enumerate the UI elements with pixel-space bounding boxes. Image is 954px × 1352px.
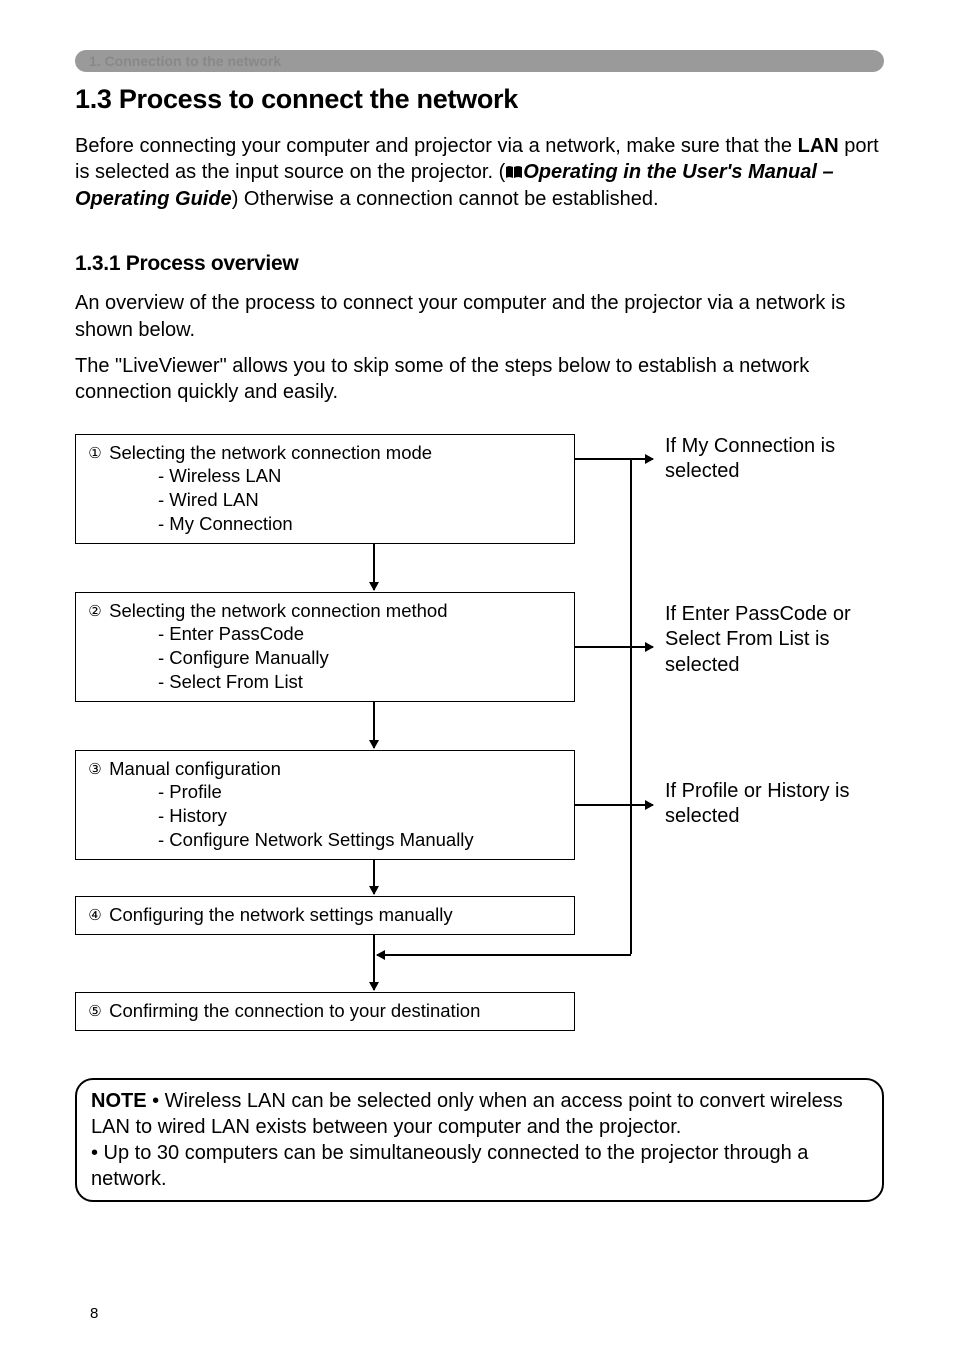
overview-p1: An overview of the process to connect yo… xyxy=(75,290,884,343)
overview-p2: The "LiveViewer" allows you to skip some… xyxy=(75,353,884,406)
step3-item-2: - Configure Network Settings Manually xyxy=(86,828,564,852)
connector-right-3 xyxy=(575,804,653,806)
step-title-1: Selecting the network connection mode xyxy=(104,442,432,463)
step-box-4: ④ Configuring the network settings manua… xyxy=(75,896,575,936)
step2-item-2: - Select From List xyxy=(86,670,564,694)
step1-item-2: - My Connection xyxy=(86,512,564,536)
step-num-2: ② xyxy=(86,602,104,621)
flow-diagram: ① Selecting the network connection mode … xyxy=(75,434,884,1054)
intro-paragraph: Before connecting your computer and proj… xyxy=(75,133,884,212)
step-box-1: ① Selecting the network connection mode … xyxy=(75,434,575,545)
arrow-down-2 xyxy=(373,700,375,748)
step1-item-0: - Wireless LAN xyxy=(86,464,564,488)
step-title-2: Selecting the network connection method xyxy=(104,600,448,621)
arrow-down-3 xyxy=(373,858,375,894)
step-num-4: ④ xyxy=(86,906,104,925)
side-label-3: If Profile or History is selected xyxy=(665,779,895,830)
step-title-4: Configuring the network settings manuall… xyxy=(104,904,453,925)
step2-item-1: - Configure Manually xyxy=(86,646,564,670)
arrow-down-1 xyxy=(373,542,375,590)
step1-item-1: - Wired LAN xyxy=(86,488,564,512)
section-header-pill: 1. Connection to the network xyxy=(75,50,884,72)
connector-right-1 xyxy=(575,458,653,460)
lan-label: LAN xyxy=(798,135,839,157)
side-label-1: If My Connection is selected xyxy=(665,434,895,485)
connector-right-2 xyxy=(575,646,653,648)
subsection-title: 1.3.1 Process overview xyxy=(75,252,884,276)
step3-item-0: - Profile xyxy=(86,780,564,804)
step-box-2: ② Selecting the network connection metho… xyxy=(75,592,575,703)
step-num-1: ① xyxy=(86,444,104,463)
note-body-2: • Up to 30 computers can be simultaneous… xyxy=(91,1142,808,1190)
connector-merge xyxy=(377,954,631,956)
intro-text-c: ) Otherwise a connection cannot be estab… xyxy=(232,188,659,210)
section-header-text: 1. Connection to the network xyxy=(89,53,281,69)
side-label-2: If Enter PassCode or Select From List is… xyxy=(665,602,895,679)
step-num-3: ③ xyxy=(86,760,104,779)
note-box: NOTE • Wireless LAN can be selected only… xyxy=(75,1078,884,1202)
step-box-5: ⑤ Confirming the connection to your dest… xyxy=(75,992,575,1032)
step3-item-1: - History xyxy=(86,804,564,828)
right-spine xyxy=(630,458,632,954)
step-title-5: Confirming the connection to your destin… xyxy=(104,1000,480,1021)
step-title-3: Manual configuration xyxy=(104,758,281,779)
book-icon xyxy=(505,160,523,174)
note-body-1: • Wireless LAN can be selected only when… xyxy=(91,1090,843,1138)
page-number: 8 xyxy=(90,1305,98,1322)
note-label: NOTE xyxy=(91,1090,147,1112)
step2-item-0: - Enter PassCode xyxy=(86,622,564,646)
intro-text-a: Before connecting your computer and proj… xyxy=(75,135,798,157)
page-title: 1.3 Process to connect the network xyxy=(75,84,884,115)
step-num-5: ⑤ xyxy=(86,1002,104,1021)
step-box-3: ③ Manual configuration - Profile - Histo… xyxy=(75,750,575,861)
arrow-down-4 xyxy=(373,934,375,990)
